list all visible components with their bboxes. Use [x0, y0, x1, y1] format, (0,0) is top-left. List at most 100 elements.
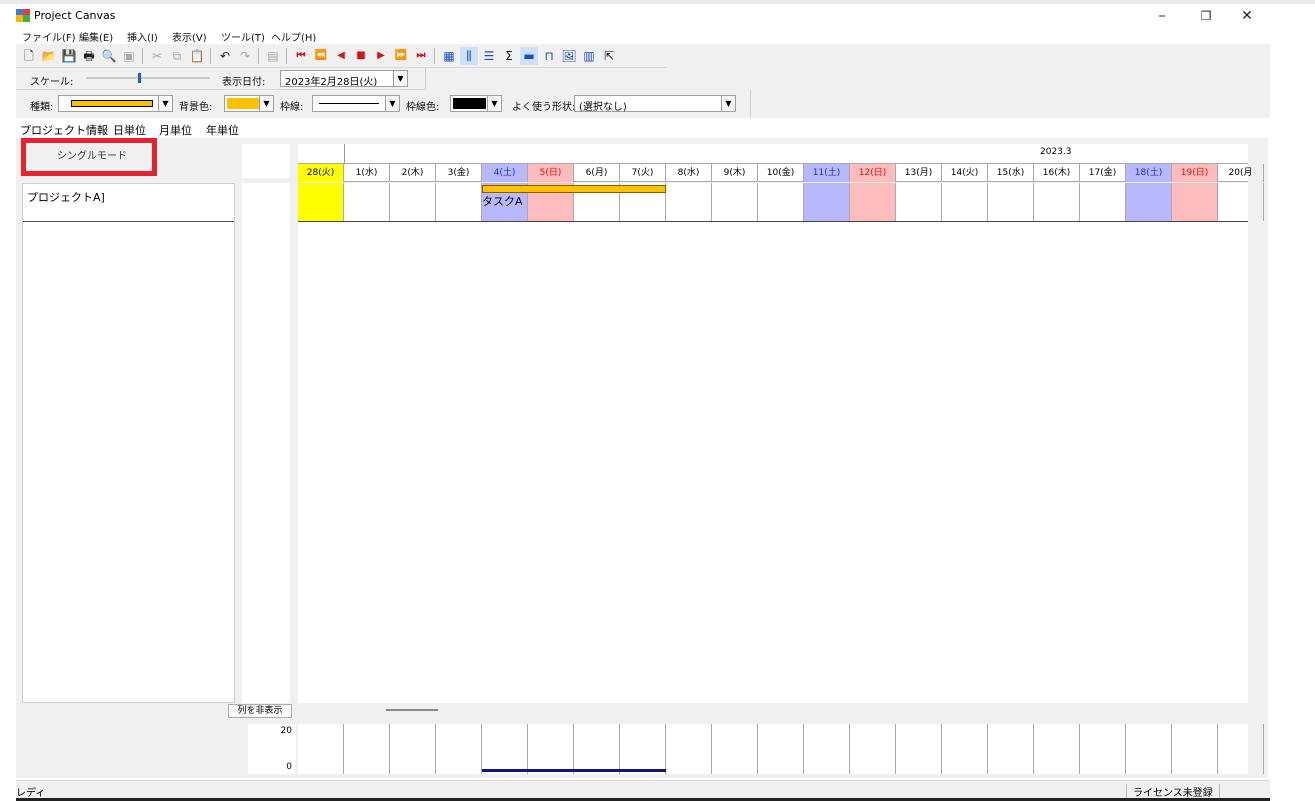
- day-header[interactable]: 13(月): [896, 164, 942, 182]
- save-icon[interactable]: 💾: [60, 47, 78, 65]
- day-header[interactable]: 4(土): [482, 164, 528, 182]
- day-header[interactable]: 14(火): [942, 164, 988, 182]
- day-cell[interactable]: [390, 183, 436, 221]
- paste-icon[interactable]: 📋: [188, 47, 206, 65]
- day-cell[interactable]: [896, 183, 942, 221]
- display-date-dropdown[interactable]: 2023年2月28日(火) ▼: [280, 70, 408, 88]
- day-header[interactable]: 17(金): [1080, 164, 1126, 182]
- tab-daily[interactable]: 日単位: [113, 122, 146, 138]
- menu-edit[interactable]: 編集(E): [79, 29, 113, 44]
- step-forward-icon[interactable]: ▶: [372, 47, 390, 65]
- day-header[interactable]: 3(金): [436, 164, 482, 182]
- restore-button[interactable]: ❐: [1191, 6, 1221, 26]
- sum-icon[interactable]: Σ: [500, 47, 518, 65]
- fast-back-icon[interactable]: ⏪: [312, 47, 330, 65]
- bg-color-dropdown[interactable]: ▼: [224, 95, 274, 112]
- project-row[interactable]: プロジェクトA]: [23, 184, 234, 222]
- select-pointer-icon[interactable]: ⇱: [600, 47, 618, 65]
- day-cell[interactable]: [1126, 183, 1172, 221]
- table-icon[interactable]: ▥: [580, 47, 598, 65]
- page-setup-icon[interactable]: ▣: [120, 47, 138, 65]
- day-cell[interactable]: [1172, 183, 1218, 221]
- chevron-down-icon[interactable]: ▼: [385, 96, 399, 111]
- day-header[interactable]: 1(水): [344, 164, 390, 182]
- chevron-down-icon[interactable]: ▼: [259, 96, 273, 111]
- day-header[interactable]: 2(木): [390, 164, 436, 182]
- jump-last-icon[interactable]: ⏭: [412, 47, 430, 65]
- timeline-icon[interactable]: ⫼: [460, 47, 478, 65]
- splitter-grip[interactable]: [386, 709, 438, 711]
- day-cell[interactable]: [1218, 183, 1264, 221]
- tab-monthly[interactable]: 月単位: [159, 122, 192, 138]
- day-header[interactable]: 19(日): [1172, 164, 1218, 182]
- chevron-down-icon[interactable]: ▼: [721, 96, 735, 111]
- text-box-icon[interactable]: ▦: [440, 47, 458, 65]
- copy-icon[interactable]: ⧉: [168, 47, 186, 65]
- undo-icon[interactable]: ↶: [216, 47, 234, 65]
- day-header[interactable]: 28(火): [298, 164, 344, 182]
- image-icon[interactable]: 🖼: [560, 47, 578, 65]
- border-style-dropdown[interactable]: ▼: [312, 95, 400, 112]
- day-cell[interactable]: [942, 183, 988, 221]
- day-header[interactable]: 18(土): [1126, 164, 1172, 182]
- day-header[interactable]: 8(水): [666, 164, 712, 182]
- frequent-shape-dropdown[interactable]: (選択なし) ▼: [574, 95, 736, 113]
- day-cell[interactable]: [436, 183, 482, 221]
- day-header[interactable]: 20(月: [1218, 164, 1264, 182]
- single-mode-button[interactable]: シングルモード: [32, 147, 152, 167]
- tab-yearly[interactable]: 年単位: [206, 122, 239, 138]
- chart-day-cell: [620, 724, 666, 774]
- day-cell[interactable]: [988, 183, 1034, 221]
- type-dropdown[interactable]: ▼: [58, 95, 173, 112]
- fast-forward-icon[interactable]: ⏩: [392, 47, 410, 65]
- properties-icon[interactable]: ▤: [264, 47, 282, 65]
- day-header[interactable]: 10(金): [758, 164, 804, 182]
- redo-icon[interactable]: ↷: [236, 47, 254, 65]
- open-folder-icon[interactable]: 📂: [40, 47, 58, 65]
- cut-icon[interactable]: ✂: [148, 47, 166, 65]
- day-header[interactable]: 5(日): [528, 164, 574, 182]
- day-cell[interactable]: [712, 183, 758, 221]
- border-color-dropdown[interactable]: ▼: [450, 95, 502, 112]
- day-cell[interactable]: [666, 183, 712, 221]
- scale-slider-track[interactable]: [86, 77, 210, 79]
- marker-icon[interactable]: ⊓: [540, 47, 558, 65]
- day-cell[interactable]: [804, 183, 850, 221]
- day-cell[interactable]: [758, 183, 804, 221]
- chevron-down-icon[interactable]: ▼: [158, 96, 172, 111]
- day-header[interactable]: 11(土): [804, 164, 850, 182]
- tab-project-info[interactable]: プロジェクト情報: [20, 122, 108, 138]
- day-cell[interactable]: [850, 183, 896, 221]
- today-icon[interactable]: ■: [352, 47, 370, 65]
- app-logo-icon: [16, 9, 30, 22]
- day-cell[interactable]: [344, 183, 390, 221]
- step-back-icon[interactable]: ◀: [332, 47, 350, 65]
- chevron-down-icon[interactable]: ▼: [487, 96, 501, 111]
- menu-help[interactable]: ヘルプ(H): [271, 29, 316, 44]
- close-button[interactable]: ✕: [1232, 6, 1262, 26]
- day-header[interactable]: 15(水): [988, 164, 1034, 182]
- jump-first-icon[interactable]: ⏮: [292, 47, 310, 65]
- day-header[interactable]: 16(木): [1034, 164, 1080, 182]
- menu-view[interactable]: 表示(V): [172, 29, 207, 44]
- menu-tools[interactable]: ツール(T): [221, 29, 265, 44]
- bar-icon[interactable]: ▬: [520, 47, 538, 65]
- day-cell[interactable]: [1034, 183, 1080, 221]
- day-header[interactable]: 7(火): [620, 164, 666, 182]
- list-icon[interactable]: ☰: [480, 47, 498, 65]
- print-icon[interactable]: 🖶: [80, 47, 98, 65]
- day-cell[interactable]: [298, 183, 344, 221]
- print-preview-icon[interactable]: 🔍: [100, 47, 118, 65]
- chevron-down-icon[interactable]: ▼: [393, 71, 407, 86]
- task-bar[interactable]: [482, 185, 666, 193]
- day-header[interactable]: 6(月): [574, 164, 620, 182]
- day-cell[interactable]: [1080, 183, 1126, 221]
- hide-columns-button[interactable]: 列を非表示: [228, 704, 292, 718]
- new-file-icon[interactable]: 🗋: [20, 47, 38, 65]
- menu-insert[interactable]: 挿入(I): [127, 29, 158, 44]
- day-header[interactable]: 12(日): [850, 164, 896, 182]
- day-header[interactable]: 9(木): [712, 164, 758, 182]
- minimize-button[interactable]: –: [1147, 6, 1177, 26]
- scale-slider-thumb[interactable]: [138, 73, 141, 83]
- menu-file[interactable]: ファイル(F): [22, 29, 76, 44]
